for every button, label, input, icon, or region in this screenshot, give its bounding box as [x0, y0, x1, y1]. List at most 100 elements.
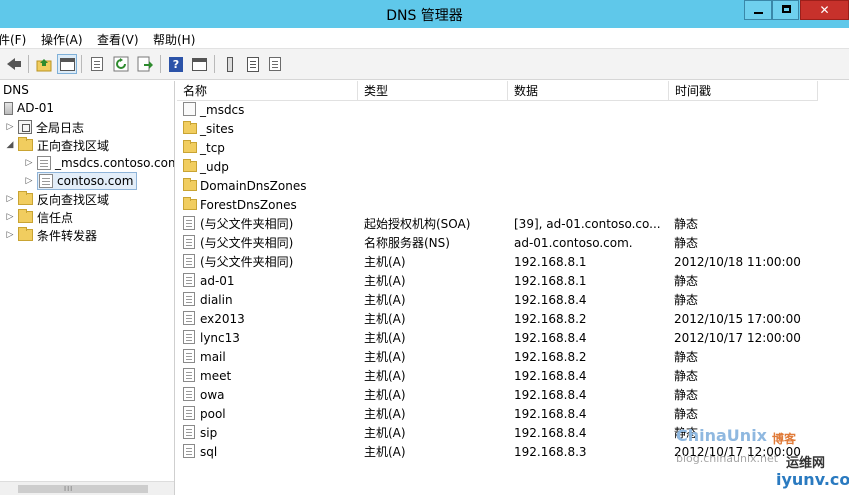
- tree-item-forward-zones[interactable]: ◢ 正向查找区域: [5, 136, 109, 154]
- expand-icon[interactable]: ▷: [5, 230, 15, 240]
- record-timestamp: 2012/10/17 12:00:00: [674, 331, 801, 345]
- back-button[interactable]: [4, 54, 24, 74]
- record-name: meet: [200, 369, 232, 383]
- table-row[interactable]: (与父文件夹相同) 主机(A) 192.168.8.1 2012/10/18 1…: [177, 253, 849, 272]
- record-data: 192.168.8.2: [514, 312, 587, 326]
- list-item[interactable]: _udp: [177, 158, 849, 177]
- list-item[interactable]: _sites: [177, 120, 849, 139]
- folder-icon: [18, 137, 33, 151]
- tree-item-conditional-forwarders[interactable]: ▷ 条件转发器: [5, 226, 97, 244]
- tree-item-label: 正向查找区域: [37, 138, 110, 153]
- expand-icon[interactable]: ▷: [5, 122, 15, 132]
- record-name: (与父文件夹相同): [200, 255, 294, 269]
- toolbar: ?: [0, 48, 849, 80]
- watermark-blog: blog.chinaunix.net: [676, 452, 779, 465]
- record-icon: [183, 311, 195, 328]
- minimize-icon: [754, 12, 763, 14]
- record-data: 192.168.8.4: [514, 331, 587, 345]
- maximize-button[interactable]: [772, 0, 799, 20]
- menu-view[interactable]: 查看(V): [97, 31, 139, 48]
- zone-list-icon: [247, 56, 259, 72]
- table-row[interactable]: pool 主机(A) 192.168.8.4 静态: [177, 405, 849, 424]
- record-data: 192.168.8.3: [514, 445, 587, 459]
- table-row[interactable]: mail 主机(A) 192.168.8.2 静态: [177, 348, 849, 367]
- record-data: [39], ad-01.contoso.co...: [514, 217, 661, 231]
- expand-icon[interactable]: ▷: [24, 158, 34, 168]
- menu-file[interactable]: 件(F): [0, 31, 26, 48]
- tree-item-server[interactable]: AD-01: [4, 99, 54, 117]
- list-item[interactable]: ForestDnsZones: [177, 196, 849, 215]
- minimize-button[interactable]: [744, 0, 772, 20]
- tree-item-reverse-zones[interactable]: ▷ 反向查找区域: [5, 190, 109, 208]
- record-data: 192.168.8.4: [514, 426, 587, 440]
- list-item[interactable]: _msdcs: [177, 101, 849, 120]
- record-icon: [183, 273, 195, 290]
- menu-help[interactable]: 帮助(H): [153, 31, 195, 48]
- record-icon: [183, 216, 195, 233]
- close-icon: ✕: [819, 3, 830, 17]
- tree-item-zone-msdcs[interactable]: ▷ _msdcs.contoso.com: [24, 154, 174, 172]
- record-data: 192.168.8.4: [514, 369, 587, 383]
- show-hide-action-pane-button[interactable]: [189, 54, 209, 74]
- record-type: 名称服务器(NS): [364, 236, 450, 250]
- record-icon: [183, 425, 195, 442]
- record-type: 主机(A): [364, 445, 406, 459]
- horizontal-scrollbar[interactable]: III: [0, 481, 174, 495]
- tree-item-dns[interactable]: DNS: [3, 81, 29, 99]
- record-name: lync13: [200, 331, 240, 345]
- record-type: 主机(A): [364, 255, 406, 269]
- table-row[interactable]: owa 主机(A) 192.168.8.4 静态: [177, 386, 849, 405]
- show-hide-tree-button[interactable]: [57, 54, 77, 74]
- server-icon: [4, 101, 13, 115]
- show-hide-action-pane-icon: [191, 57, 207, 71]
- list-item[interactable]: DomainDnsZones: [177, 177, 849, 196]
- expand-icon[interactable]: ▷: [24, 176, 34, 186]
- server-button[interactable]: [220, 54, 240, 74]
- toolbar-separator: [81, 55, 82, 73]
- tree-item-zone-contoso[interactable]: ▷ contoso.com: [24, 172, 138, 190]
- server-icon: [227, 56, 233, 72]
- table-row[interactable]: ad-01 主机(A) 192.168.8.1 静态: [177, 272, 849, 291]
- maximize-icon: [782, 5, 791, 13]
- zone-icon: [269, 57, 281, 71]
- tree-item-global-logs[interactable]: ▷ 全局日志: [5, 118, 84, 136]
- up-level-button[interactable]: [34, 54, 54, 74]
- list-item[interactable]: _tcp: [177, 139, 849, 158]
- zone-list-button[interactable]: [243, 54, 263, 74]
- column-header-timestamp[interactable]: 时间戳: [669, 81, 818, 101]
- table-row[interactable]: dialin 主机(A) 192.168.8.4 静态: [177, 291, 849, 310]
- record-name: dialin: [200, 293, 233, 307]
- selected-highlight: contoso.com: [37, 172, 138, 190]
- record-icon: [183, 292, 195, 309]
- refresh-button[interactable]: [111, 54, 131, 74]
- scrollbar-thumb[interactable]: [18, 485, 148, 493]
- log-icon: [18, 120, 32, 134]
- zone-button[interactable]: [265, 54, 285, 74]
- table-row[interactable]: meet 主机(A) 192.168.8.4 静态: [177, 367, 849, 386]
- zone-icon: [183, 102, 196, 119]
- close-button[interactable]: ✕: [800, 0, 849, 20]
- record-icon: [183, 368, 195, 385]
- table-row[interactable]: (与父文件夹相同) 名称服务器(NS) ad-01.contoso.com. 静…: [177, 234, 849, 253]
- properties-button[interactable]: [87, 54, 107, 74]
- menu-action[interactable]: 操作(A): [41, 31, 83, 48]
- expand-icon[interactable]: ▷: [5, 194, 15, 204]
- export-list-button[interactable]: [135, 54, 155, 74]
- column-header-name[interactable]: 名称: [177, 81, 358, 101]
- record-name: pool: [200, 407, 226, 421]
- table-row[interactable]: (与父文件夹相同) 起始授权机构(SOA) [39], ad-01.contos…: [177, 215, 849, 234]
- refresh-icon: [113, 56, 129, 72]
- back-arrow-icon: [7, 58, 21, 70]
- record-data: 192.168.8.4: [514, 388, 587, 402]
- help-button[interactable]: ?: [166, 54, 186, 74]
- record-name: ad-01: [200, 274, 235, 288]
- record-type: 主机(A): [364, 293, 406, 307]
- table-row[interactable]: ex2013 主机(A) 192.168.8.2 2012/10/15 17:0…: [177, 310, 849, 329]
- tree-item-trust-points[interactable]: ▷ 信任点: [5, 208, 73, 226]
- column-header-type[interactable]: 类型: [358, 81, 508, 101]
- expand-icon[interactable]: ▷: [5, 212, 15, 222]
- collapse-icon[interactable]: ◢: [5, 140, 15, 150]
- table-row[interactable]: lync13 主机(A) 192.168.8.4 2012/10/17 12:0…: [177, 329, 849, 348]
- column-header-data[interactable]: 数据: [508, 81, 669, 101]
- record-name: sql: [200, 445, 218, 459]
